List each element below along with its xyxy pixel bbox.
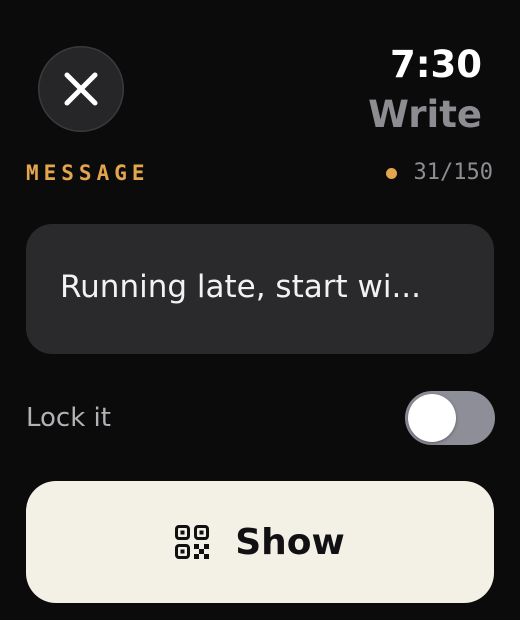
character-counter: 31/150: [385, 158, 493, 188]
close-icon: [64, 72, 98, 106]
message-input[interactable]: Running late, start wi...: [26, 224, 494, 354]
message-section-label: MESSAGE: [26, 161, 150, 185]
lock-label: Lock it: [26, 403, 111, 433]
qr-code-icon: [175, 525, 210, 559]
character-count: 31/150: [413, 160, 493, 185]
message-input-value: Running late, start wi...: [60, 269, 422, 305]
lock-toggle[interactable]: [405, 391, 495, 445]
counter-dot-icon: [385, 167, 397, 179]
page-title: Write: [368, 93, 482, 136]
lock-toggle-knob: [408, 394, 456, 442]
close-button[interactable]: [38, 46, 124, 132]
status-time: 7:30: [389, 43, 482, 86]
show-button[interactable]: Show: [26, 481, 494, 603]
show-button-label: Show: [235, 521, 345, 563]
